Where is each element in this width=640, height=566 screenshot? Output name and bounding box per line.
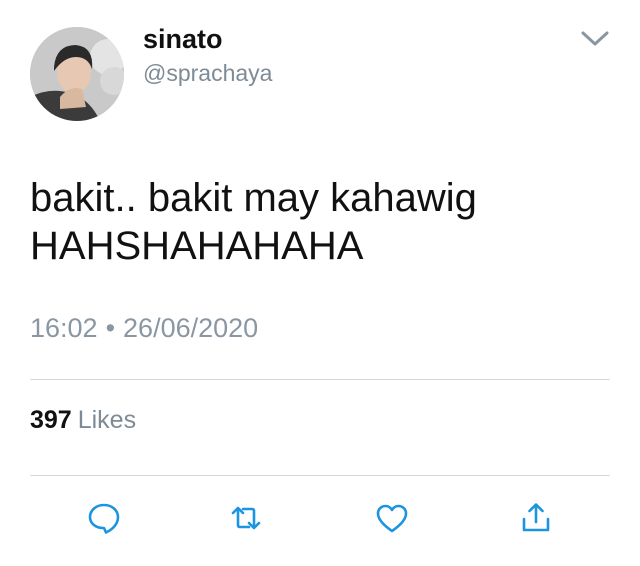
- tweet-time: 16:02: [30, 313, 98, 343]
- heart-icon[interactable]: [374, 500, 410, 536]
- tweet-text-line: bakit.. bakit may kahawig: [30, 176, 477, 220]
- avatar[interactable]: [30, 27, 124, 121]
- share-icon[interactable]: [518, 500, 554, 536]
- tweet-card: sinato @sprachaya bakit.. bakit may kaha…: [0, 0, 640, 566]
- user-handle[interactable]: @sprachaya: [143, 58, 272, 88]
- tweet-date: 26/06/2020: [123, 313, 259, 343]
- likes-label: Likes: [77, 406, 137, 434]
- tweet-text: bakit.. bakit may kahawig HAHSHAHAHAHA: [30, 174, 610, 270]
- meta-separator: •: [105, 313, 116, 343]
- divider: [30, 475, 610, 476]
- tweet-text-line: HAHSHAHAHAHA: [30, 224, 364, 268]
- retweet-icon[interactable]: [228, 500, 264, 536]
- likes-stat[interactable]: 397 Likes: [30, 404, 136, 436]
- chevron-down-icon[interactable]: [578, 27, 612, 51]
- reply-icon[interactable]: [86, 500, 122, 536]
- divider: [30, 379, 610, 380]
- display-name[interactable]: sinato: [143, 22, 223, 56]
- avatar-photo: [30, 27, 124, 121]
- tweet-timestamp[interactable]: 16:02 • 26/06/2020: [30, 311, 258, 345]
- likes-count: 397: [30, 406, 72, 434]
